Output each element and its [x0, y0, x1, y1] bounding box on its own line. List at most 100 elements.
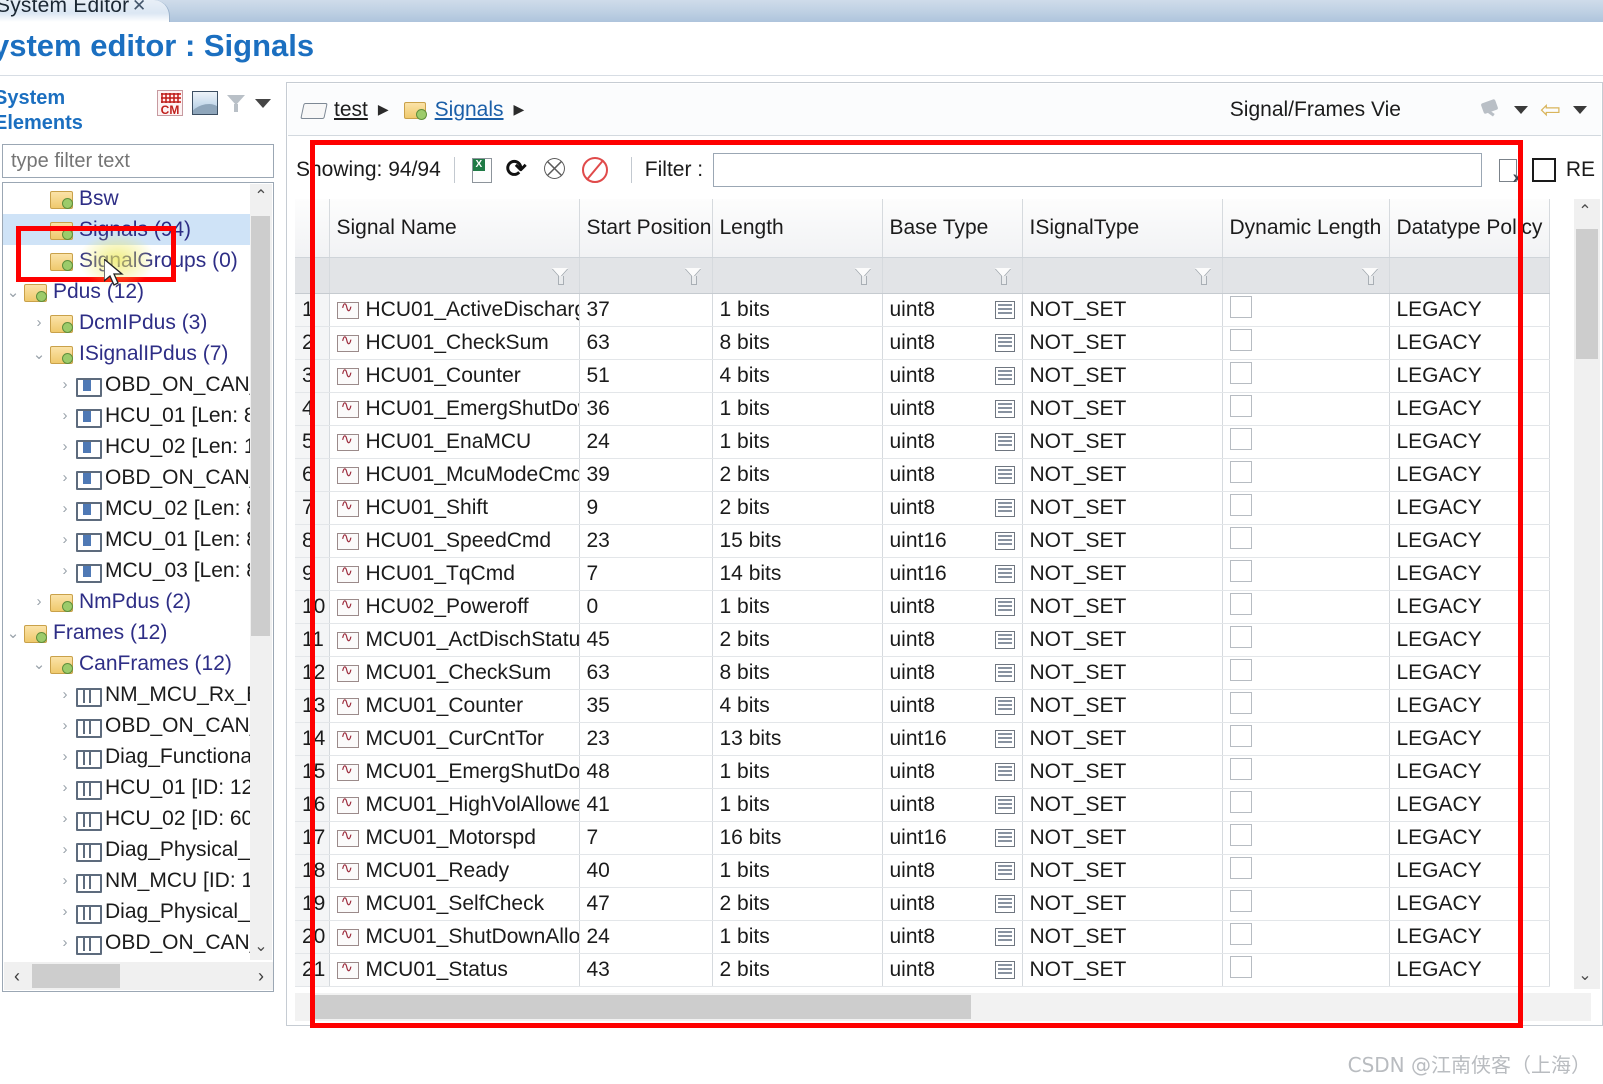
table-hscroll-thumb[interactable] [311, 995, 971, 1019]
tree-item[interactable]: › NM_MCU_Rx_E [3, 679, 250, 710]
cell-dynamic-length[interactable] [1222, 854, 1390, 888]
cell-dynamic-length[interactable] [1222, 722, 1390, 756]
table-row[interactable]: 8 HCU01_SpeedCmd 2315 bitsuint16 NOT_SET LEG… [295, 524, 1550, 558]
chevron-right-icon[interactable]: › [55, 438, 75, 455]
table-row[interactable]: 6 HCU01_McuModeCmd392 bitsuint8 NOT_SET LEG… [295, 458, 1550, 492]
cell-dynamic-length[interactable] [1222, 392, 1390, 426]
tree-item[interactable]: › Diag_Functiona [3, 741, 250, 772]
funnel-icon[interactable] [227, 93, 246, 113]
table-vertical-scrollbar[interactable]: ⌃ ⌄ [1574, 199, 1600, 989]
dynamic-length-checkbox[interactable] [1229, 625, 1252, 648]
clear-filter-icon[interactable] [581, 157, 608, 183]
dynamic-length-checkbox[interactable] [1229, 790, 1252, 813]
cell-dynamic-length[interactable] [1222, 425, 1390, 459]
column-header[interactable]: Start Position [579, 199, 713, 258]
table-row[interactable]: 21 MCU01_Status 432 bitsuint8 NOT_SET LEGACY [295, 953, 1550, 987]
chevron-right-icon[interactable]: › [55, 748, 75, 765]
chevron-down-icon[interactable]: ⌄ [29, 655, 49, 673]
cell-dynamic-length[interactable] [1222, 887, 1390, 921]
dynamic-length-checkbox[interactable] [1229, 361, 1252, 384]
column-header[interactable]: Dynamic Length [1222, 199, 1390, 258]
column-header[interactable]: Datatype Policy [1389, 199, 1550, 258]
tree-item[interactable]: › HCU_01 [ID: 12 [3, 772, 250, 803]
chevron-right-icon[interactable]: › [55, 376, 75, 393]
table-row[interactable]: 17 MCU01_Motorspd 716 bitsuint16 NOT_SET LEG… [295, 821, 1550, 855]
scroll-left-icon[interactable]: ‹ [4, 962, 30, 990]
blue-shape-icon[interactable] [192, 91, 218, 115]
cell-dynamic-length[interactable] [1222, 953, 1390, 987]
dynamic-length-checkbox[interactable] [1229, 526, 1252, 549]
dynamic-length-checkbox[interactable] [1229, 493, 1252, 516]
funnel-icon[interactable] [685, 266, 702, 285]
back-arrow-icon[interactable]: ⇦ [1540, 98, 1561, 123]
chevron-right-icon[interactable]: › [55, 531, 75, 548]
cell-dynamic-length[interactable] [1222, 491, 1390, 525]
pin-icon[interactable] [1478, 98, 1502, 122]
dynamic-length-checkbox[interactable] [1229, 559, 1252, 582]
dynamic-length-checkbox[interactable] [1229, 295, 1252, 318]
chevron-right-icon[interactable]: › [55, 469, 75, 486]
chevron-down-icon-2[interactable] [1573, 106, 1587, 114]
chevron-right-icon[interactable]: › [55, 407, 75, 424]
cell-dynamic-length[interactable] [1222, 293, 1390, 327]
chevron-right-icon[interactable]: › [55, 686, 75, 703]
dynamic-length-checkbox[interactable] [1229, 691, 1252, 714]
dynamic-length-checkbox[interactable] [1229, 889, 1252, 912]
table-vscroll-thumb[interactable] [1576, 229, 1598, 359]
dynamic-length-checkbox[interactable] [1229, 955, 1252, 978]
dynamic-length-checkbox[interactable] [1229, 856, 1252, 879]
close-icon[interactable]: ✕ [132, 0, 146, 16]
funnel-icon[interactable] [552, 266, 569, 285]
unlink-icon[interactable]: ⛒ [544, 156, 572, 184]
tree-hscroll-thumb[interactable] [32, 964, 120, 988]
column-header[interactable]: Length [712, 199, 883, 258]
funnel-icon[interactable] [1195, 266, 1212, 285]
tree-item[interactable]: › NmPdus (2) [3, 586, 250, 617]
tree-item[interactable]: › OBD_ON_CAN_ [3, 927, 250, 958]
chevron-right-icon[interactable]: › [29, 593, 49, 610]
table-row[interactable]: 12 MCU01_CheckSum 638 bitsuint8 NOT_SET LEGA… [295, 656, 1550, 690]
cell-dynamic-length[interactable] [1222, 557, 1390, 591]
table-row[interactable]: 11 MCU01_ActDischStatus452 bitsuint8 NOT_S… [295, 623, 1550, 657]
table-horizontal-scrollbar[interactable] [295, 993, 1591, 1021]
column-filter-cell[interactable] [329, 257, 580, 294]
tree-item[interactable]: › OBD_ON_CAN_ [3, 462, 250, 493]
table-row[interactable]: 7 HCU01_Shift 92 bitsuint8 NOT_SET LEGACY [295, 491, 1550, 525]
cell-dynamic-length[interactable] [1222, 689, 1390, 723]
funnel-icon[interactable] [1362, 266, 1379, 285]
chevron-down-icon[interactable]: ⌄ [3, 624, 23, 642]
export-excel-icon[interactable] [468, 156, 496, 184]
tree-item[interactable]: › Diag_Physical_ [3, 896, 250, 927]
chevron-right-icon[interactable]: › [29, 314, 49, 331]
table-row[interactable]: 20 MCU01_ShutDownAllo…241 bitsuint8 NOT_SE… [295, 920, 1550, 954]
tree-item[interactable]: ⌄ Frames (12) [3, 617, 250, 648]
cell-dynamic-length[interactable] [1222, 788, 1390, 822]
table-row[interactable]: 1 HCU01_ActiveDischarge371 bitsuint8 NOT_S… [295, 293, 1550, 327]
table-row[interactable]: 3 HCU01_Counter 514 bitsuint8 NOT_SET LEGACY [295, 359, 1550, 393]
column-filter-cell[interactable] [579, 257, 713, 294]
chevron-down-icon[interactable]: ⌄ [29, 345, 49, 363]
table-row[interactable]: 15 MCU01_EmergShutDo…481 bitsuint8 NOT_SET… [295, 755, 1550, 789]
chevron-right-icon[interactable]: › [55, 841, 75, 858]
column-header[interactable]: Base Type [882, 199, 1023, 258]
tree-item[interactable]: › HCU_02 [Len: 1 [3, 431, 250, 462]
dynamic-length-checkbox[interactable] [1229, 922, 1252, 945]
chevron-right-icon[interactable]: › [55, 562, 75, 579]
table-scroll-up-icon[interactable]: ⌃ [1574, 201, 1596, 223]
table-row[interactable]: 14 MCU01_CurCntTor 2313 bitsuint16 NOT_SET L… [295, 722, 1550, 756]
dynamic-length-checkbox[interactable] [1229, 394, 1252, 417]
dynamic-length-checkbox[interactable] [1229, 724, 1252, 747]
cell-dynamic-length[interactable] [1222, 359, 1390, 393]
table-row[interactable]: 2 HCU01_CheckSum 638 bitsuint8 NOT_SET LEGAC… [295, 326, 1550, 360]
table-row[interactable]: 5 HCU01_EnaMCU 241 bitsuint8 NOT_SET LEGACY [295, 425, 1550, 459]
breadcrumb-item-test[interactable]: test [302, 98, 368, 122]
cell-dynamic-length[interactable] [1222, 821, 1390, 855]
table-row[interactable]: 9 HCU01_TqCmd 714 bitsuint16 NOT_SET LEGACY [295, 557, 1550, 591]
tree-scroll-thumb[interactable] [251, 216, 270, 636]
table-row[interactable]: 18 MCU01_Ready 401 bitsuint8 NOT_SET LEGACY [295, 854, 1550, 888]
chevron-down-icon[interactable]: ⌄ [3, 283, 23, 301]
funnel-icon[interactable] [995, 266, 1012, 285]
tree-item[interactable]: › NM_MCU [ID: 1 [3, 865, 250, 896]
cell-dynamic-length[interactable] [1222, 590, 1390, 624]
dynamic-length-checkbox[interactable] [1229, 823, 1252, 846]
